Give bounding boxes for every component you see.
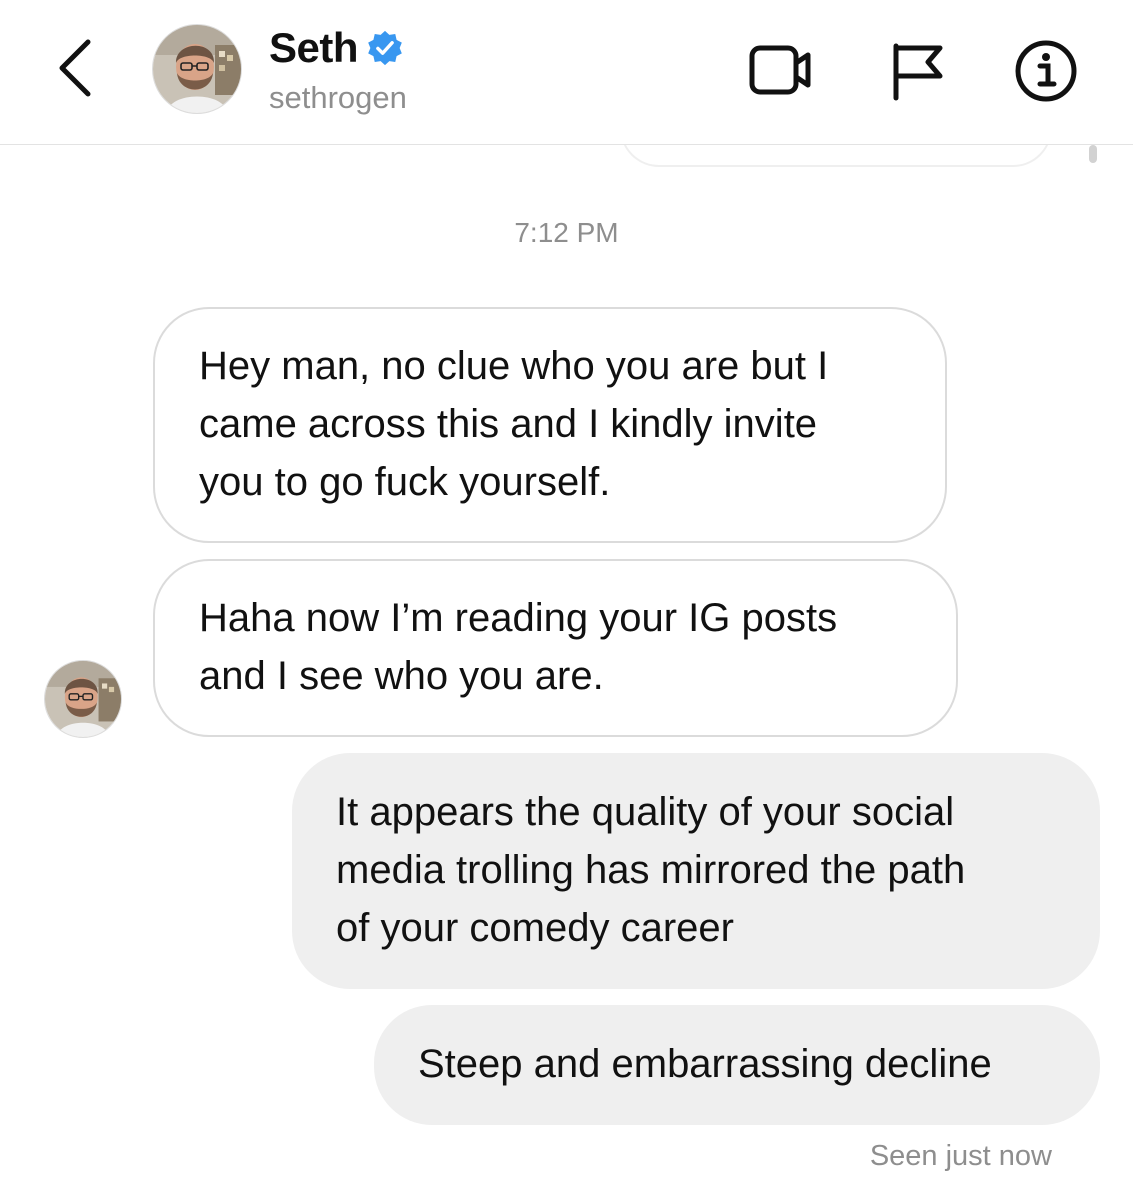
message-line: came across this and I kindly invite	[199, 402, 818, 446]
incoming-message[interactable]: Haha now I’m reading your IG posts and I…	[153, 559, 958, 737]
message-line: and I see who you are.	[199, 654, 604, 698]
flag-icon	[893, 43, 943, 101]
message-line: of your comedy career	[336, 906, 734, 950]
previous-message-bubble	[620, 145, 1052, 167]
message-line: you to go fuck yourself.	[199, 460, 611, 504]
report-button[interactable]	[886, 38, 952, 104]
display-name: Seth	[269, 24, 359, 71]
name-row[interactable]: Seth	[269, 20, 404, 76]
verified-badge-icon	[366, 29, 404, 67]
outgoing-message[interactable]: It appears the quality of your social me…	[292, 753, 1100, 989]
outgoing-message[interactable]: Steep and embarrassing decline	[374, 1005, 1100, 1125]
message-thread[interactable]: 7:12 PM Hey man, no clue who you are but…	[0, 145, 1133, 1200]
info-icon	[1015, 40, 1077, 102]
scrollbar[interactable]	[1089, 145, 1097, 163]
video-camera-icon	[749, 45, 811, 95]
chat-header: Seth sethrogen	[0, 0, 1133, 145]
message-line: It appears the quality of your social	[336, 790, 955, 834]
message-line: Hey man, no clue who you are but I	[199, 344, 829, 388]
profile-avatar[interactable]	[152, 24, 242, 114]
message-timestamp: 7:12 PM	[514, 217, 619, 248]
chevron-left-icon	[59, 39, 91, 97]
info-button[interactable]	[1013, 38, 1079, 104]
message-line: Steep and embarrassing decline	[418, 1042, 992, 1086]
username: sethrogen	[269, 80, 407, 115]
message-line: media trolling has mirrored the path	[336, 848, 966, 892]
sender-avatar[interactable]	[44, 660, 122, 738]
video-call-button[interactable]	[748, 38, 814, 104]
back-button[interactable]	[50, 34, 104, 102]
seen-status: Seen just now	[869, 1140, 1052, 1172]
incoming-message[interactable]: Hey man, no clue who you are but I came …	[153, 307, 947, 543]
message-line: Haha now I’m reading your IG posts	[199, 596, 838, 640]
sender-photo	[45, 661, 121, 737]
profile-photo	[153, 25, 241, 113]
